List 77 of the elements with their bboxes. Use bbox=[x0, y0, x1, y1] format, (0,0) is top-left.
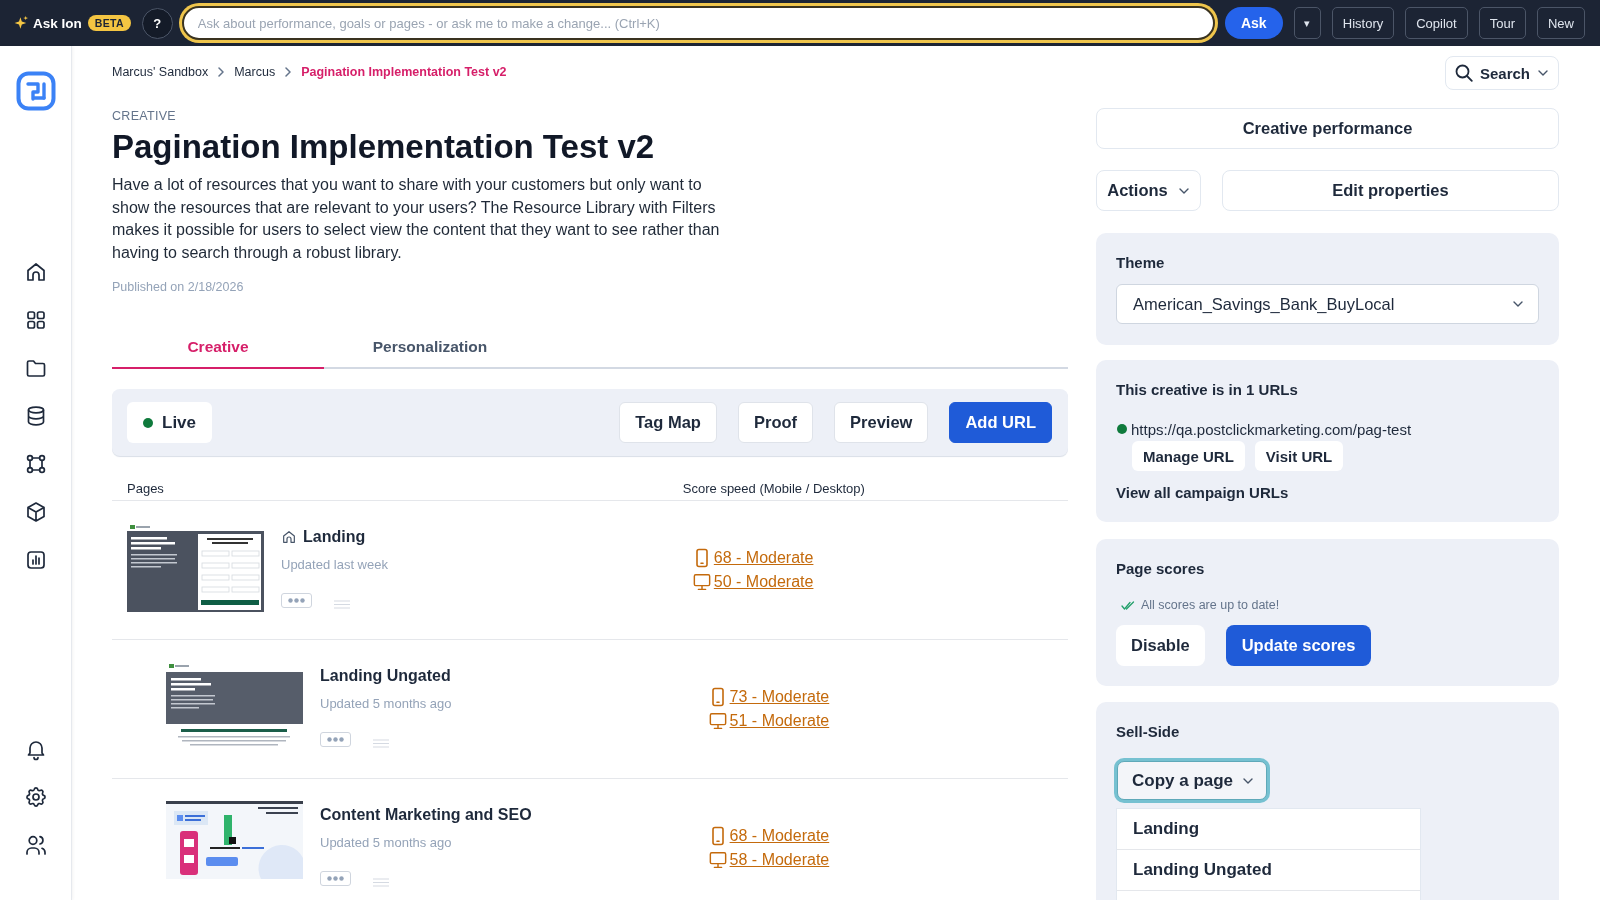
updated-time: Updated 5 months ago bbox=[320, 835, 452, 851]
breadcrumb-link[interactable]: Pagination Implementation Test v2 bbox=[301, 64, 507, 80]
logo-icon[interactable] bbox=[15, 71, 56, 111]
page-title[interactable]: Landing bbox=[303, 528, 366, 546]
more-button[interactable] bbox=[320, 732, 351, 747]
toolbar-button[interactable]: History bbox=[1331, 7, 1395, 39]
update-button[interactable]: Update scores bbox=[1225, 625, 1372, 666]
status-label: Live bbox=[162, 412, 197, 433]
app-title: Ask Ion bbox=[33, 15, 82, 31]
page-heading: Pagination Implementation Test v2 bbox=[112, 128, 655, 166]
menu-item[interactable]: Landing bbox=[1117, 809, 1420, 850]
toolbar-button[interactable]: Copilot bbox=[1405, 7, 1468, 39]
users-icon[interactable] bbox=[23, 833, 48, 857]
card-title: Sell-Side bbox=[1116, 723, 1180, 741]
column-header: Pages bbox=[127, 480, 164, 498]
campaign-urls-link[interactable]: View all campaign URLs bbox=[1116, 483, 1289, 503]
ask-button[interactable]: Ask bbox=[1224, 7, 1283, 39]
toolbar-button[interactable]: New bbox=[1537, 7, 1585, 39]
drag-handle-icon[interactable] bbox=[373, 878, 389, 887]
disable-button[interactable]: Disable bbox=[1116, 625, 1205, 666]
desktop-icon bbox=[692, 572, 711, 592]
check-icon bbox=[1121, 600, 1135, 610]
page-description: Have a lot of resources that you want to share with your customers but only want to show the resources that are relevant to your users? The Resource Library with Filters makes it possible for users to select view the content that they want to see rather than having to search through a robust library. bbox=[112, 175, 721, 263]
score-link[interactable]: 51 - Moderate bbox=[729, 712, 830, 730]
tab[interactable]: Creative bbox=[112, 327, 324, 369]
status-text: All scores are up to date! bbox=[1141, 598, 1280, 612]
breadcrumb-link[interactable]: Marcus bbox=[234, 64, 276, 80]
ask-input[interactable]: Ask about performance, goals or pages - or ask me to make a change... (Ctrl+K) bbox=[181, 6, 1215, 40]
chevron-right-icon bbox=[218, 67, 225, 77]
ellipsis-icon bbox=[327, 737, 344, 742]
menu-item[interactable]: Landing Ungated bbox=[1117, 850, 1420, 891]
search-button[interactable]: Search bbox=[1445, 56, 1559, 90]
updated-time: Updated last week bbox=[281, 557, 388, 573]
creative-performance-button[interactable]: Creative performance bbox=[1096, 108, 1559, 149]
add-url-button[interactable]: Add URL bbox=[949, 402, 1052, 443]
search-icon bbox=[1454, 64, 1473, 82]
score-link[interactable]: 68 - Moderate bbox=[729, 827, 830, 845]
desktop-icon bbox=[708, 850, 727, 870]
page-title[interactable]: Landing Ungated bbox=[320, 667, 451, 685]
beta-badge: BETA bbox=[87, 15, 131, 31]
published-date: Published on 2/18/2026 bbox=[112, 279, 244, 295]
ellipsis-icon bbox=[288, 598, 305, 603]
help-button[interactable]: ? bbox=[141, 7, 173, 39]
score-link[interactable]: 68 - Moderate bbox=[713, 549, 814, 567]
score-link[interactable]: 50 - Moderate bbox=[713, 573, 814, 591]
toolbar-button[interactable]: Preview bbox=[834, 402, 929, 443]
toolbar-button[interactable]: Proof bbox=[737, 402, 814, 443]
url-text: https://qa.postclickmarketing.com/pag-test bbox=[1131, 420, 1412, 438]
card-title: Theme bbox=[1116, 254, 1165, 272]
drag-handle-icon[interactable] bbox=[373, 739, 389, 748]
chevron-right-icon bbox=[285, 67, 292, 77]
settings-icon[interactable] bbox=[23, 785, 48, 809]
dropdown-button[interactable]: Copy a page bbox=[1117, 761, 1268, 800]
breadcrumb-link[interactable]: Marcus' Sandbox bbox=[112, 64, 209, 80]
more-button[interactable] bbox=[281, 593, 312, 608]
url-button[interactable]: Visit URL bbox=[1254, 441, 1344, 471]
edit-properties-button[interactable]: Edit properties bbox=[1222, 170, 1559, 211]
theme-select[interactable]: American_Savings_Bank_BuyLocal bbox=[1116, 284, 1539, 324]
updated-time: Updated 5 months ago bbox=[320, 696, 452, 712]
score-link[interactable]: 73 - Moderate bbox=[729, 688, 830, 706]
dropdown-button[interactable]: ▾ bbox=[1293, 7, 1321, 39]
toolbar-button[interactable]: Tag Map bbox=[619, 402, 717, 443]
page-type-label: CREATIVE bbox=[112, 108, 176, 124]
desktop-icon bbox=[708, 711, 727, 731]
drag-handle-icon[interactable] bbox=[334, 600, 350, 609]
column-header: Score speed (Mobile / Desktop) bbox=[682, 480, 865, 498]
url-button[interactable]: Manage URL bbox=[1132, 441, 1245, 471]
actions-button[interactable]: Actions bbox=[1096, 170, 1201, 211]
card-title: Page scores bbox=[1116, 560, 1205, 578]
tab[interactable]: Personalization bbox=[324, 327, 536, 369]
card-title: This creative is in 1 URLs bbox=[1116, 381, 1298, 399]
page-title[interactable]: Content Marketing and SEO bbox=[320, 806, 532, 824]
ellipsis-icon bbox=[327, 876, 344, 881]
sparkle-icon bbox=[14, 16, 28, 30]
toolbar-button[interactable]: Tour bbox=[1478, 7, 1526, 39]
score-link[interactable]: 58 - Moderate bbox=[729, 851, 830, 869]
more-button[interactable] bbox=[320, 871, 351, 886]
